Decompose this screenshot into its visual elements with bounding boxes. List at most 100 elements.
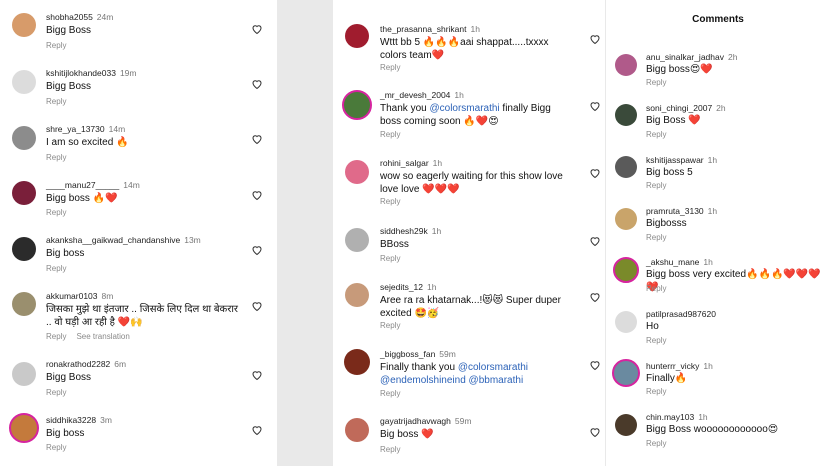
comment-username[interactable]: siddhesh29k 1h [380, 226, 441, 236]
comment-text: Big boss [46, 248, 85, 259]
avatar[interactable] [344, 349, 370, 375]
like-heart-icon[interactable] [251, 78, 263, 90]
reply-button[interactable]: Reply [46, 208, 66, 217]
avatar[interactable] [12, 13, 36, 37]
reply-button[interactable]: Reply [46, 443, 66, 452]
comment-username[interactable]: anu_sinalkar_jadhav 2h [646, 52, 737, 62]
comment-username[interactable]: pramruta_3130 1h [646, 206, 717, 216]
mention-link[interactable]: @bbmarathi [469, 375, 524, 386]
reply-button[interactable]: Reply [646, 439, 666, 448]
avatar[interactable] [12, 362, 36, 386]
comment-text: Wttt bb 5 🔥🔥🔥aai shappat.....txxxx color… [380, 37, 549, 61]
avatar[interactable] [615, 54, 637, 76]
like-heart-icon[interactable] [251, 23, 263, 35]
mention-link[interactable]: @colorsmarathi [429, 103, 499, 114]
like-heart-icon[interactable] [589, 291, 601, 303]
like-heart-icon[interactable] [251, 300, 263, 312]
avatar[interactable] [12, 237, 36, 261]
reply-button[interactable]: Reply [646, 284, 666, 293]
avatar[interactable] [613, 257, 639, 283]
avatar[interactable] [342, 90, 372, 120]
comment-username[interactable]: shobha2055 24m [46, 12, 113, 22]
reply-button[interactable]: Reply [380, 445, 400, 454]
like-heart-icon[interactable] [589, 167, 601, 179]
avatar[interactable] [615, 311, 637, 333]
like-heart-icon[interactable] [251, 244, 263, 256]
comment-username[interactable]: shre_ya_13730 14m [46, 124, 125, 134]
reply-button[interactable]: Reply [646, 336, 666, 345]
comment-username[interactable]: patilprasad987620 [646, 309, 716, 319]
reply-button[interactable]: Reply [380, 321, 400, 330]
like-heart-icon[interactable] [589, 426, 601, 438]
reply-button[interactable]: Reply [46, 153, 66, 162]
comment-username[interactable]: the_prasanna_shrikant 1h [380, 24, 480, 34]
comment-username[interactable]: gayatrijadhavwagh 59m [380, 416, 471, 426]
avatar[interactable] [615, 156, 637, 178]
reply-button[interactable]: Reply [380, 197, 400, 206]
comment-actions: Reply See translation [46, 332, 130, 341]
comment-username[interactable]: akkumar0103 8m [46, 291, 113, 301]
reply-button[interactable]: Reply [646, 130, 666, 139]
comment-username[interactable]: _akshu_mane 1h [646, 257, 713, 267]
comment-text: Aree ra ra khatarnak...!😻😻 Super duper e… [380, 295, 561, 319]
avatar[interactable] [612, 359, 640, 387]
mention-link[interactable]: @colorsmarathi [458, 362, 528, 373]
comment-text: Bigg boss 🔥❤️ [46, 193, 118, 204]
comment-text: Big boss [46, 428, 85, 439]
comment-username[interactable]: kshitijlokhande033 19m [46, 68, 137, 78]
like-heart-icon[interactable] [251, 189, 263, 201]
mention-link[interactable]: @endemolshineind [380, 375, 466, 386]
avatar[interactable] [9, 413, 39, 443]
avatar[interactable] [12, 292, 36, 316]
comment-username[interactable]: ____manu27_____ 14m [46, 180, 140, 190]
comment-username[interactable]: akanksha__gaikwad_chandanshive 13m [46, 235, 201, 245]
comment-text: जिसका मुझे था इंतजार .. जिसके लिए दिल था… [46, 304, 239, 328]
comment-username[interactable]: soni_chingi_2007 2h [646, 103, 726, 113]
avatar[interactable] [12, 126, 36, 150]
comment-text: Ho [646, 321, 659, 332]
comment-username[interactable]: rohini_salgar 1h [380, 158, 442, 168]
avatar[interactable] [615, 104, 637, 126]
comment-text: Bigg boss😍❤️ [646, 64, 713, 75]
like-heart-icon[interactable] [589, 33, 601, 45]
comment-text: Bigg Boss [46, 81, 92, 92]
comment-username[interactable]: _biggboss_fan 59m [380, 349, 456, 359]
reply-button[interactable]: Reply [46, 332, 66, 341]
comment-username[interactable]: sejedits_12 1h [380, 282, 436, 292]
reply-button[interactable]: Reply [646, 387, 666, 396]
reply-button[interactable]: Reply [380, 389, 400, 398]
avatar[interactable] [615, 208, 637, 230]
like-heart-icon[interactable] [251, 369, 263, 381]
reply-button[interactable]: Reply [46, 264, 66, 273]
comment-username[interactable]: ronakrathod2282 6m [46, 359, 126, 369]
like-heart-icon[interactable] [589, 235, 601, 247]
avatar[interactable] [345, 418, 369, 442]
comment-username[interactable]: siddhika3228 3m [46, 415, 112, 425]
like-heart-icon[interactable] [251, 424, 263, 436]
reply-button[interactable]: Reply [46, 41, 66, 50]
see-translation-link[interactable]: See translation [76, 332, 129, 341]
avatar[interactable] [12, 70, 36, 94]
comment-username[interactable]: kshitijasspawar 1h [646, 155, 717, 165]
reply-button[interactable]: Reply [380, 130, 400, 139]
reply-button[interactable]: Reply [380, 63, 400, 72]
reply-button[interactable]: Reply [46, 97, 66, 106]
reply-button[interactable]: Reply [646, 233, 666, 242]
avatar[interactable] [615, 414, 637, 436]
comment-text: Big boss ❤️ [380, 429, 434, 440]
comment-username[interactable]: chin.may103 1h [646, 412, 708, 422]
avatar[interactable] [345, 24, 369, 48]
avatar[interactable] [345, 283, 369, 307]
reply-button[interactable]: Reply [380, 254, 400, 263]
reply-button[interactable]: Reply [646, 78, 666, 87]
avatar[interactable] [345, 160, 369, 184]
like-heart-icon[interactable] [589, 100, 601, 112]
like-heart-icon[interactable] [589, 359, 601, 371]
like-heart-icon[interactable] [251, 133, 263, 145]
reply-button[interactable]: Reply [46, 388, 66, 397]
avatar[interactable] [345, 228, 369, 252]
avatar[interactable] [12, 181, 36, 205]
comment-username[interactable]: _mr_devesh_2004 1h [380, 90, 464, 100]
reply-button[interactable]: Reply [646, 181, 666, 190]
comment-username[interactable]: hunterrr_vicky 1h [646, 361, 713, 371]
